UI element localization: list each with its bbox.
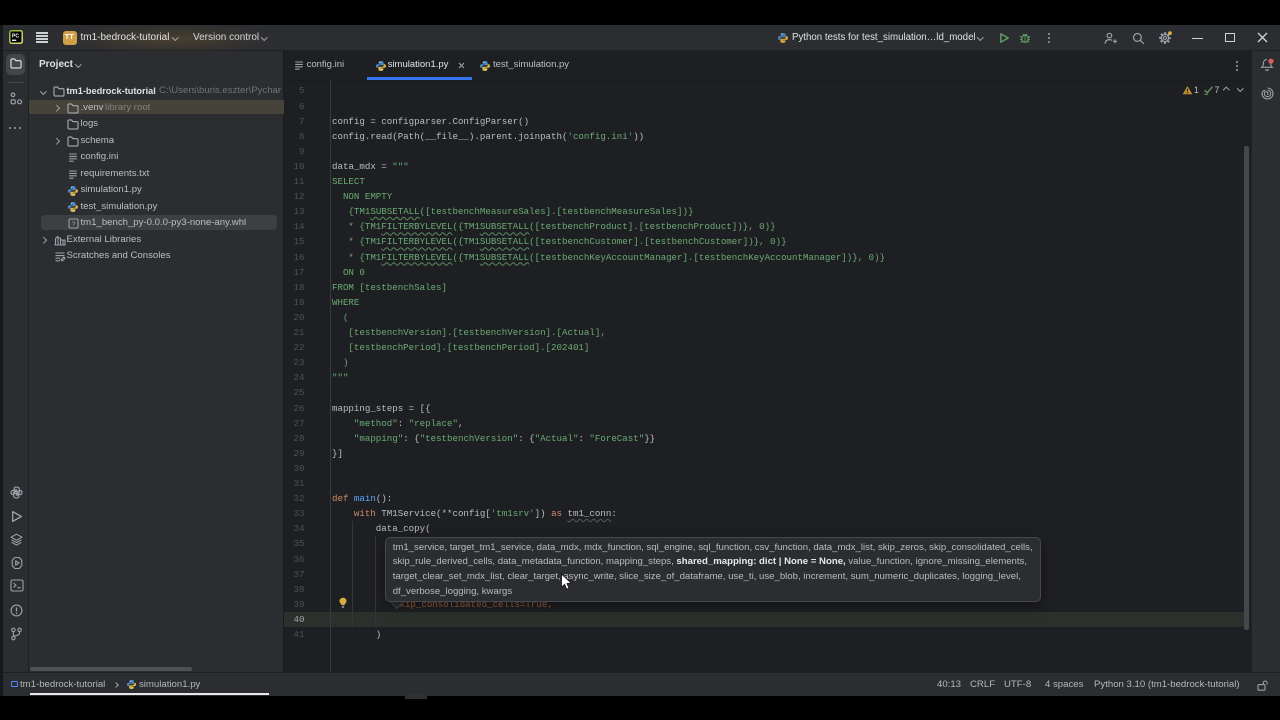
svg-text:PC: PC (12, 34, 19, 40)
